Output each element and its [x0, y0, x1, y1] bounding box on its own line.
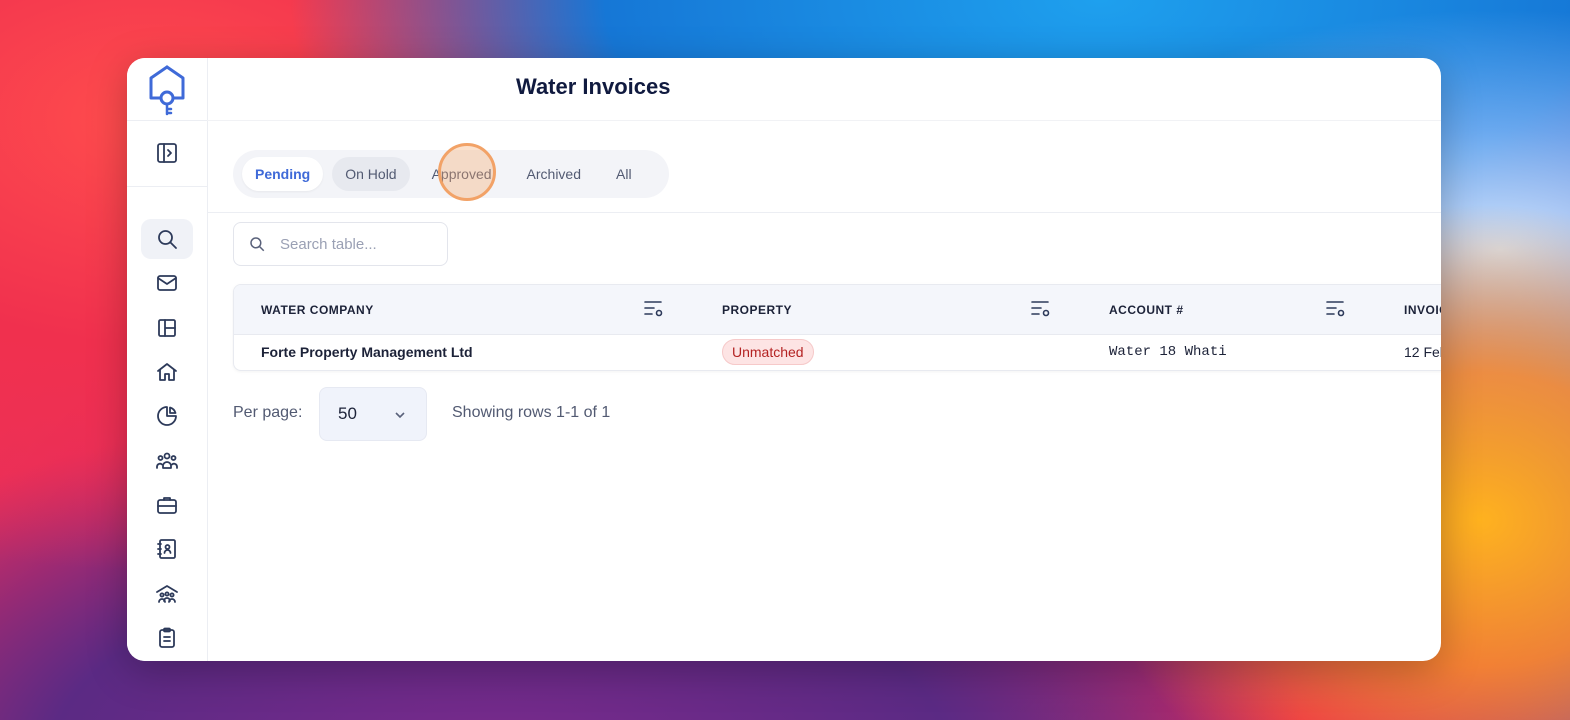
- per-page-label: Per page:: [233, 404, 303, 421]
- column-settings-icon[interactable]: [1030, 299, 1052, 319]
- home-icon[interactable]: [141, 352, 193, 392]
- search-icon[interactable]: [141, 219, 193, 259]
- cell-account: Water 18 Whati: [1109, 344, 1227, 360]
- mail-icon[interactable]: [141, 263, 193, 303]
- column-settings-icon[interactable]: [643, 299, 665, 319]
- sidebar-divider: [127, 120, 207, 121]
- search-input[interactable]: [278, 234, 432, 254]
- house-key-logo-icon[interactable]: [147, 64, 187, 116]
- sidebar-divider: [127, 186, 207, 187]
- chevron-down-icon: [395, 412, 405, 419]
- tab-on-hold[interactable]: On Hold: [332, 157, 410, 191]
- column-header-water-company[interactable]: WATER COMPANY: [261, 303, 374, 317]
- table-search[interactable]: [233, 222, 448, 266]
- contacts-book-icon[interactable]: [141, 529, 193, 569]
- panel-toggle-icon[interactable]: [141, 133, 193, 173]
- column-header-property[interactable]: PROPERTY: [722, 303, 792, 317]
- cell-water-company: Forte Property Management Ltd: [261, 344, 473, 360]
- click-indicator: [438, 143, 496, 201]
- tab-pending[interactable]: Pending: [242, 157, 324, 191]
- tabs-divider: [207, 212, 1441, 213]
- column-header-invoice[interactable]: INVOIC: [1404, 303, 1441, 317]
- cell-invoice: 12 Feb: [1404, 344, 1441, 360]
- per-page-value: 50: [338, 404, 357, 423]
- invoices-table: WATER COMPANY PROPERTY ACCOUNT # INVOIC …: [233, 284, 1441, 371]
- tab-archived[interactable]: Archived: [514, 157, 594, 191]
- column-settings-icon[interactable]: [1325, 299, 1347, 319]
- community-icon[interactable]: [141, 574, 193, 614]
- page-title: Water Invoices: [516, 74, 671, 99]
- search-icon: [250, 237, 265, 252]
- rows-count: Showing rows 1-1 of 1: [452, 404, 611, 421]
- main-content: Water Invoices Pending On Hold Approved …: [207, 58, 1441, 661]
- briefcase-icon[interactable]: [141, 485, 193, 525]
- sidebar: [127, 58, 208, 661]
- users-icon[interactable]: [141, 441, 193, 481]
- clipboard-icon[interactable]: [141, 618, 193, 658]
- per-page-select[interactable]: 50: [319, 387, 427, 441]
- pie-chart-icon[interactable]: [141, 396, 193, 436]
- header: Water Invoices: [207, 58, 1441, 121]
- layout-icon[interactable]: [141, 308, 193, 348]
- status-badge: Unmatched: [722, 339, 814, 365]
- tab-all[interactable]: All: [603, 157, 645, 191]
- app-window: Water Invoices Pending On Hold Approved …: [127, 58, 1441, 661]
- column-header-account[interactable]: ACCOUNT #: [1109, 303, 1184, 317]
- table-header: WATER COMPANY PROPERTY ACCOUNT # INVOIC: [234, 285, 1441, 335]
